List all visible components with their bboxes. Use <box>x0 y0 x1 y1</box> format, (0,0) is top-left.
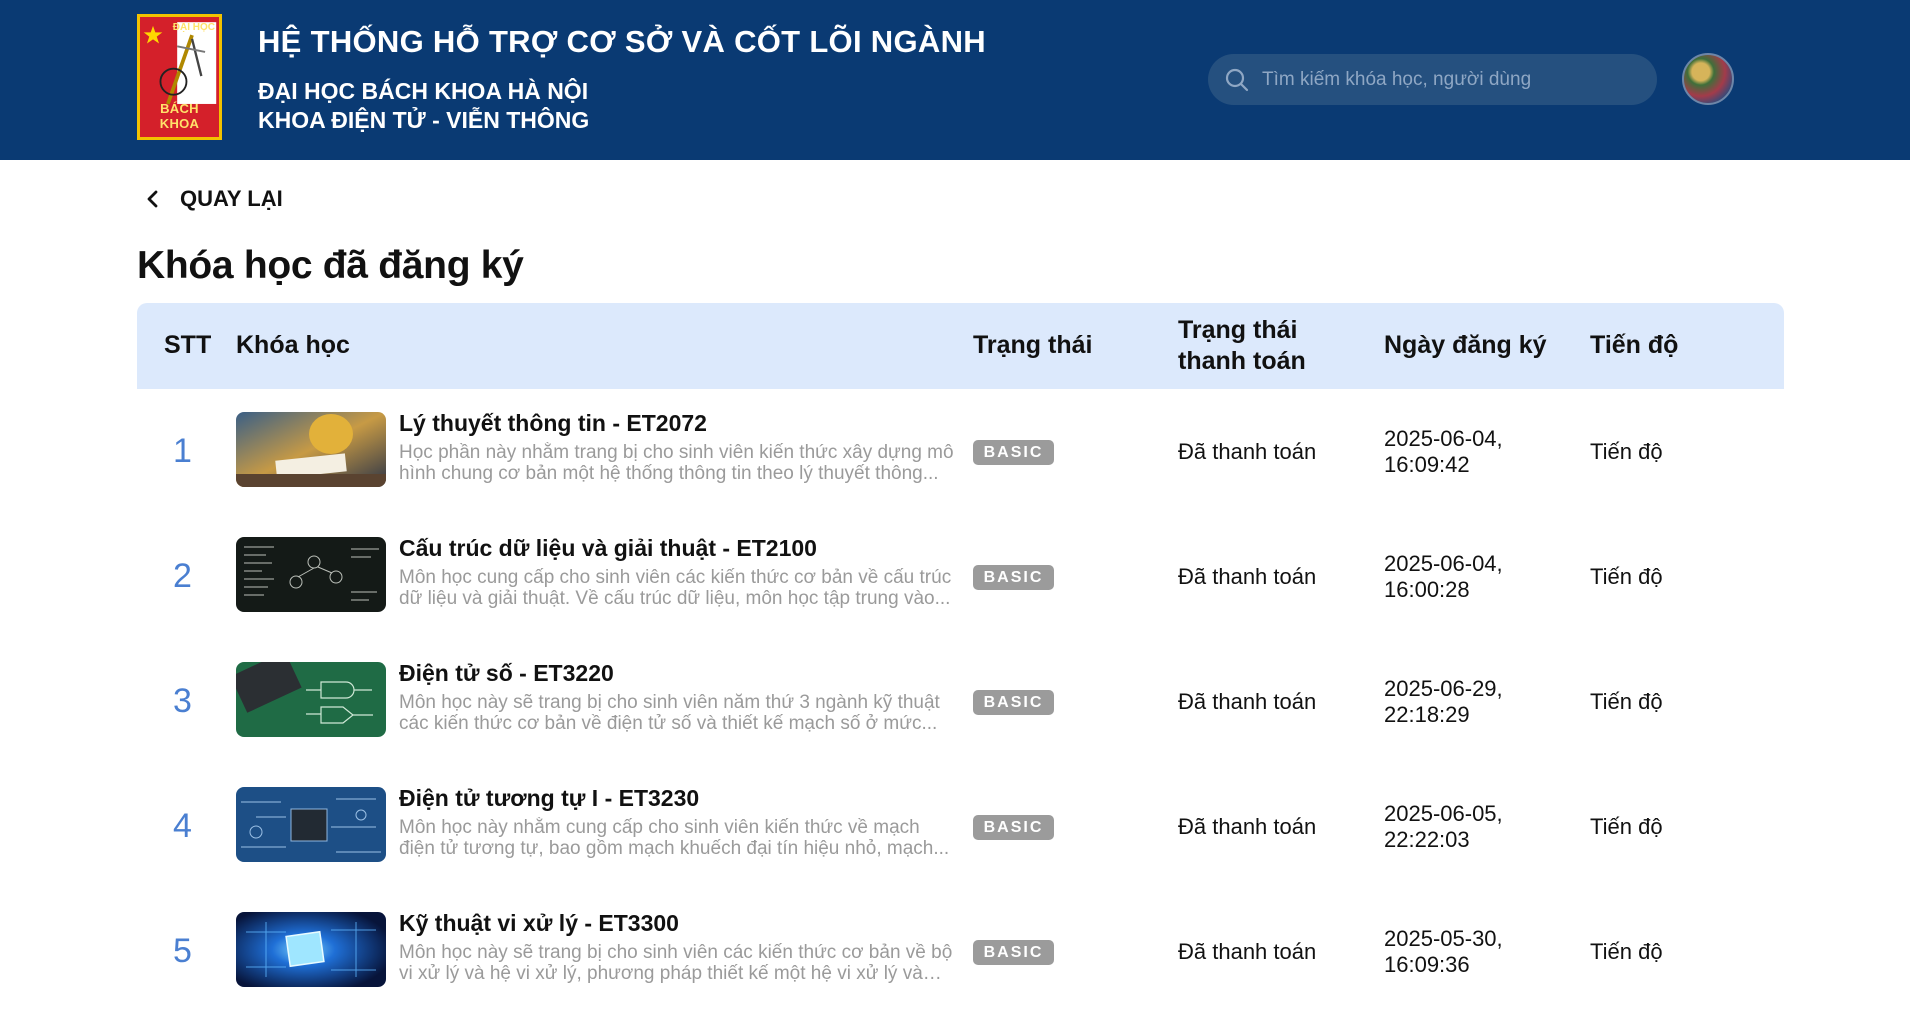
course-image-analog-circuit <box>236 787 386 862</box>
system-title: HỆ THỐNG HỖ TRỢ CƠ SỞ VÀ CỐT LÕI NGÀNH <box>258 24 986 59</box>
payment-status: Đã thanh toán <box>1178 563 1317 589</box>
status-badge: BASIC <box>973 690 1054 715</box>
registered-date: 2025-06-04, 16:09:42 <box>1384 425 1503 477</box>
payment-status: Đã thanh toán <box>1178 813 1317 839</box>
course-description: Môn học này sẽ trang bị cho sinh viên cá… <box>399 942 953 984</box>
status-badge: BASIC <box>973 940 1054 965</box>
row-index: 3 <box>173 682 192 720</box>
progress-link[interactable]: Tiến độ <box>1590 764 1663 889</box>
search-bar[interactable] <box>1208 54 1657 105</box>
course-thumbnail[interactable] <box>236 662 386 737</box>
course-thumbnail[interactable] <box>236 412 386 487</box>
column-header-progress: Tiến độ <box>1590 331 1679 360</box>
course-title[interactable]: Điện tử tương tự I - ET3230 <box>399 785 699 812</box>
status-badge: BASIC <box>973 815 1054 840</box>
course-description: Môn học này sẽ trang bị cho sinh viên nă… <box>399 692 940 734</box>
chevron-left-icon <box>147 190 158 208</box>
course-thumbnail[interactable] <box>236 537 386 612</box>
payment-status: Đã thanh toán <box>1178 438 1317 464</box>
row-index: 1 <box>173 432 192 470</box>
column-header-registered-date: Ngày đăng ký <box>1384 331 1547 360</box>
row-index: 5 <box>173 932 192 970</box>
back-button[interactable]: QUAY LẠI <box>142 186 283 212</box>
course-description: Môn học này nhằm cung cấp cho sinh viên … <box>399 817 950 859</box>
registered-date: 2025-06-05, 22:22:03 <box>1384 800 1503 852</box>
search-input[interactable] <box>1250 54 1657 105</box>
course-image-circuit-board <box>236 662 386 737</box>
table-row: 5 Kỹ thuật vi xử lý - ET3300 Môn học này… <box>137 889 1784 1014</box>
status-badge: BASIC <box>973 565 1054 590</box>
course-image-reading <box>236 412 386 487</box>
logo-top-text: ĐẠI HỌC <box>172 22 215 33</box>
row-index: 2 <box>173 557 192 595</box>
university-logo[interactable]: ĐẠI HỌC BÁCH KHOA <box>137 14 222 140</box>
search-icon[interactable] <box>1224 67 1250 93</box>
faculty-name: KHOA ĐIỆN TỬ - VIỄN THÔNG <box>258 107 590 133</box>
university-name: ĐẠI HỌC BÁCH KHOA HÀ NỘI <box>258 78 589 104</box>
progress-link[interactable]: Tiến độ <box>1590 889 1663 1014</box>
course-description: Học phần này nhằm trang bị cho sinh viên… <box>399 442 954 484</box>
course-title[interactable]: Lý thuyết thông tin - ET2072 <box>399 410 707 437</box>
status-badge: BASIC <box>973 440 1054 465</box>
logo-bottom-text: BÁCH KHOA <box>159 101 200 131</box>
column-header-status: Trạng thái <box>973 331 1093 360</box>
course-description: Môn học cung cấp cho sinh viên các kiến … <box>399 567 952 609</box>
course-title[interactable]: Điện tử số - ET3220 <box>399 660 614 687</box>
payment-status: Đã thanh toán <box>1178 938 1317 964</box>
registered-date: 2025-06-29, 22:18:29 <box>1384 675 1503 727</box>
payment-status: Đã thanh toán <box>1178 688 1317 714</box>
course-thumbnail[interactable] <box>236 912 386 987</box>
enrolled-courses-table: STT Khóa học Trạng thái Trạng thái thanh… <box>137 303 1784 1014</box>
progress-link[interactable]: Tiến độ <box>1590 639 1663 764</box>
column-header-payment-status: Trạng thái thanh toán <box>1178 315 1306 375</box>
column-header-stt: STT <box>164 331 212 360</box>
table-row: 1 Lý thuyết thông tin - ET2072 Học phần … <box>137 389 1784 514</box>
page-title: Khóa học đã đăng ký <box>137 244 524 287</box>
registered-date: 2025-06-04, 16:00:28 <box>1384 550 1503 602</box>
top-header: ĐẠI HỌC BÁCH KHOA HỆ THỐNG HỖ TRỢ CƠ SỞ … <box>0 0 1910 160</box>
progress-link[interactable]: Tiến độ <box>1590 514 1663 639</box>
user-avatar[interactable] <box>1682 53 1734 105</box>
course-title[interactable]: Cấu trúc dữ liệu và giải thuật - ET2100 <box>399 535 817 562</box>
course-image-chalkboard <box>236 537 386 612</box>
course-image-microprocessor <box>236 912 386 987</box>
course-thumbnail[interactable] <box>236 787 386 862</box>
table-row: 3 Điện tử số - ET3220 Môn học này sẽ tra… <box>137 639 1784 764</box>
row-index: 4 <box>173 807 192 845</box>
course-title[interactable]: Kỹ thuật vi xử lý - ET3300 <box>399 910 679 937</box>
column-header-course: Khóa học <box>236 331 350 360</box>
registered-date: 2025-05-30, 16:09:36 <box>1384 925 1503 977</box>
table-row: 4 Điện tử tương tự I - ET3230 Môn học nà… <box>137 764 1784 889</box>
table-row: 2 Cấu trúc dữ liệu và giải thuật - ET210… <box>137 514 1784 639</box>
back-label: QUAY LẠI <box>180 186 283 211</box>
table-header: STT Khóa học Trạng thái Trạng thái thanh… <box>137 303 1784 389</box>
progress-link[interactable]: Tiến độ <box>1590 389 1663 514</box>
